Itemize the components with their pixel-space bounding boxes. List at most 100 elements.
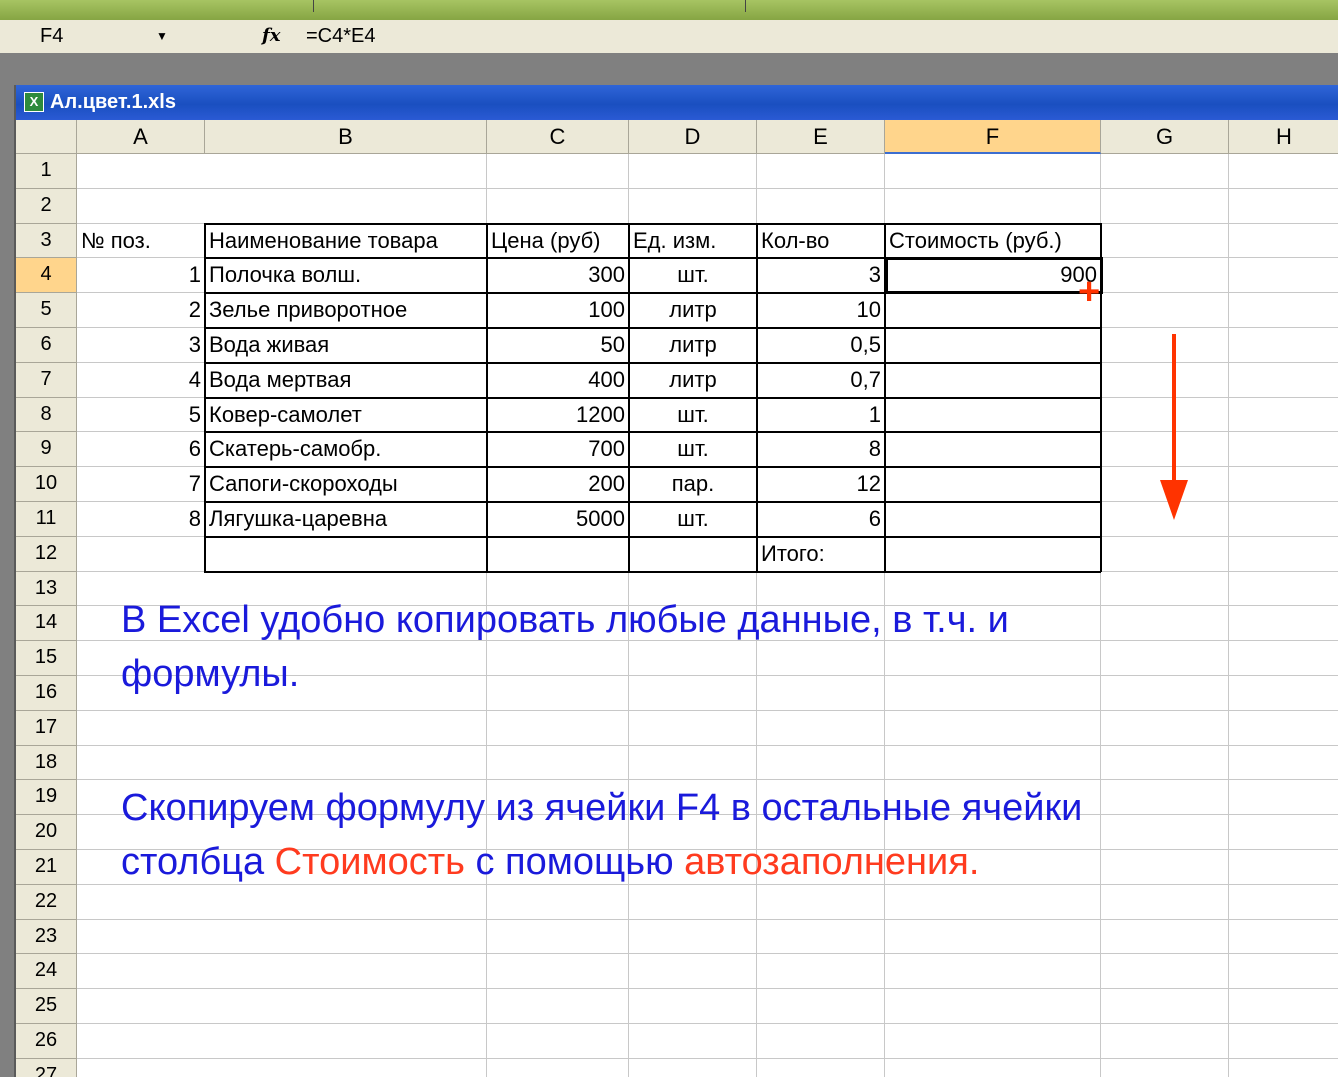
- row-header-12[interactable]: 12: [16, 536, 77, 572]
- column-header-b[interactable]: B: [205, 120, 487, 154]
- row-header-20[interactable]: 20: [16, 815, 77, 850]
- cell-a3[interactable]: № поз.: [77, 224, 205, 259]
- cell-b10[interactable]: Сапоги-скороходы: [205, 467, 487, 502]
- row-header-7[interactable]: 7: [16, 362, 77, 398]
- chevron-down-icon[interactable]: ▼: [150, 24, 174, 48]
- column-header-d[interactable]: D: [629, 120, 757, 154]
- function-icon[interactable]: fx: [262, 23, 280, 49]
- row-header-22[interactable]: 22: [16, 884, 77, 920]
- cell-d5[interactable]: литр: [629, 293, 757, 328]
- cell-c7[interactable]: 400: [487, 363, 629, 398]
- cell-f3[interactable]: Стоимость (руб.): [885, 224, 1101, 259]
- row-header-8[interactable]: 8: [16, 397, 77, 433]
- cell-c4[interactable]: 300: [487, 258, 629, 293]
- row-header-18[interactable]: 18: [16, 745, 77, 781]
- cell-a10[interactable]: 7: [77, 467, 205, 502]
- row-header-3[interactable]: 3: [16, 223, 77, 259]
- cell-b9[interactable]: Скатерь-самобр.: [205, 432, 487, 467]
- row-header-14[interactable]: 14: [16, 606, 77, 642]
- row-header-11[interactable]: 11: [16, 502, 77, 537]
- row-header-21[interactable]: 21: [16, 850, 77, 885]
- cell-d7[interactable]: литр: [629, 363, 757, 398]
- cell-e9[interactable]: 8: [757, 432, 885, 467]
- row-header-23[interactable]: 23: [16, 919, 77, 955]
- down-arrow-icon: [1160, 334, 1188, 520]
- cell-c11[interactable]: 5000: [487, 502, 629, 537]
- cell-b8[interactable]: Ковер-самолет: [205, 398, 487, 433]
- row-header-10[interactable]: 10: [16, 467, 77, 502]
- column-header-e[interactable]: E: [757, 120, 885, 154]
- cell-c3[interactable]: Цена (руб): [487, 224, 629, 259]
- note-line-4-part: столбца: [121, 841, 275, 883]
- row-header-4[interactable]: 4: [16, 258, 77, 294]
- cell-a4[interactable]: 1: [77, 258, 205, 293]
- row-header-26[interactable]: 26: [16, 1024, 77, 1059]
- cell-b4[interactable]: Полочка волш.: [205, 258, 487, 293]
- cell-d9[interactable]: шт.: [629, 432, 757, 467]
- excel-icon: X: [24, 92, 44, 112]
- row-header-19[interactable]: 19: [16, 780, 77, 816]
- cell-a7[interactable]: 4: [77, 363, 205, 398]
- cell-c8[interactable]: 1200: [487, 398, 629, 433]
- row-header-24[interactable]: 24: [16, 954, 77, 990]
- cell-e6[interactable]: 0,5: [757, 328, 885, 363]
- gridline: [77, 884, 1338, 885]
- column-header-g[interactable]: G: [1101, 120, 1229, 154]
- cell-d10[interactable]: пар.: [629, 467, 757, 502]
- cell-d6[interactable]: литр: [629, 328, 757, 363]
- cell-b7[interactable]: Вода мертвая: [205, 363, 487, 398]
- row-header-1[interactable]: 1: [16, 154, 77, 189]
- row-header-6[interactable]: 6: [16, 328, 77, 363]
- row-header-27[interactable]: 27: [16, 1058, 77, 1077]
- cell-d3[interactable]: Ед. изм.: [629, 224, 757, 259]
- row-header-25[interactable]: 25: [16, 989, 77, 1024]
- cell-e8[interactable]: 1: [757, 398, 885, 433]
- column-header-h[interactable]: H: [1229, 120, 1338, 154]
- row-header-17[interactable]: 17: [16, 710, 77, 746]
- row-header-16[interactable]: 16: [16, 676, 77, 711]
- cell-e5[interactable]: 10: [757, 293, 885, 328]
- cell-d8[interactable]: шт.: [629, 398, 757, 433]
- cell-a11[interactable]: 8: [77, 502, 205, 537]
- cell-e4[interactable]: 3: [757, 258, 885, 293]
- name-box-value: F4: [40, 25, 64, 47]
- cell-e10[interactable]: 12: [757, 467, 885, 502]
- row-header-9[interactable]: 9: [16, 432, 77, 468]
- cell-d11[interactable]: шт.: [629, 502, 757, 537]
- cell-a6[interactable]: 3: [77, 328, 205, 363]
- cell-a9[interactable]: 6: [77, 432, 205, 467]
- column-header-f[interactable]: F: [885, 120, 1101, 154]
- note-line-2: формулы.: [121, 652, 299, 696]
- cell-e12[interactable]: Итого:: [757, 537, 885, 572]
- formula-input[interactable]: =C4*E4: [306, 24, 1306, 48]
- cell-a8[interactable]: 5: [77, 398, 205, 433]
- cell-b5[interactable]: Зелье приворотное: [205, 293, 487, 328]
- row-header-15[interactable]: 15: [16, 641, 77, 676]
- cell-c6[interactable]: 50: [487, 328, 629, 363]
- cell-d4[interactable]: шт.: [629, 258, 757, 293]
- cell-b11[interactable]: Лягушка-царевна: [205, 502, 487, 537]
- cell-e11[interactable]: 6: [757, 502, 885, 537]
- cell-c10[interactable]: 200: [487, 467, 629, 502]
- workbook-title-bar[interactable]: X Ал.цвет.1.xls: [16, 85, 1338, 120]
- cell-c5[interactable]: 100: [487, 293, 629, 328]
- workbook-window: X Ал.цвет.1.xls A B C D E F G H 1 2 3 4 5 6 7 8 9 10 11 12 1…: [14, 85, 1338, 1077]
- cell-e3[interactable]: Кол-во: [757, 224, 885, 259]
- column-header-a[interactable]: A: [77, 120, 205, 154]
- cell-a5[interactable]: 2: [77, 293, 205, 328]
- row-header-2[interactable]: 2: [16, 188, 77, 224]
- gridline: [77, 1058, 1338, 1059]
- note-line-3: Скопируем формулу из ячейки F4 в остальн…: [121, 786, 1082, 830]
- cell-e7[interactable]: 0,7: [757, 363, 885, 398]
- row-header-13[interactable]: 13: [16, 571, 77, 607]
- column-header-c[interactable]: C: [487, 120, 629, 154]
- cell-b6[interactable]: Вода живая: [205, 328, 487, 363]
- spreadsheet-grid[interactable]: A B C D E F G H 1 2 3 4 5 6 7 8 9 10 11 12 13 14 15 16 17 18 19 20 2…: [16, 120, 1338, 1077]
- note-line-4-part: .: [968, 841, 980, 883]
- select-all-corner[interactable]: [16, 120, 77, 154]
- row-header-5[interactable]: 5: [16, 293, 77, 328]
- fill-handle-icon[interactable]: +: [1078, 273, 1100, 311]
- cell-c9[interactable]: 700: [487, 432, 629, 467]
- cell-b3[interactable]: Наименование товара: [205, 224, 487, 259]
- workbook-title: Ал.цвет.1.xls: [50, 91, 176, 113]
